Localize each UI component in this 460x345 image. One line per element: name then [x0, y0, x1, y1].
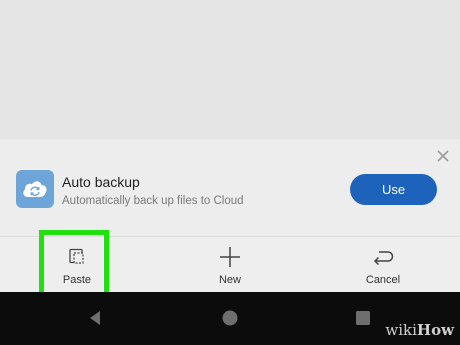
paste-button[interactable]: Paste [37, 237, 117, 292]
back-icon[interactable] [86, 308, 106, 328]
new-label: New [218, 274, 241, 286]
cancel-button[interactable]: Cancel [343, 237, 423, 292]
action-bar: Paste New Cancel [0, 237, 460, 292]
cloud-sync-icon [16, 170, 54, 208]
new-button[interactable]: New [190, 237, 270, 292]
close-icon[interactable] [434, 147, 452, 165]
watermark-prefix: wiki [385, 321, 417, 339]
plus-icon [219, 246, 241, 268]
recents-icon[interactable] [353, 308, 373, 328]
return-arrow-icon [371, 246, 395, 268]
system-nav-bar: wikiHow [0, 292, 460, 345]
wikihow-watermark: wikiHow [385, 321, 454, 339]
paste-label: Paste [62, 274, 92, 286]
paste-icon [67, 246, 87, 268]
cancel-label: Cancel [365, 274, 401, 286]
auto-backup-banner: Auto backup Automatically back up files … [0, 139, 460, 236]
banner-title: Auto backup [62, 174, 140, 190]
use-button[interactable]: Use [350, 174, 437, 205]
file-list-area [0, 0, 460, 139]
home-icon[interactable] [220, 308, 240, 328]
watermark-suffix: How [416, 321, 454, 339]
banner-subtitle: Automatically back up files to Cloud [62, 195, 244, 207]
